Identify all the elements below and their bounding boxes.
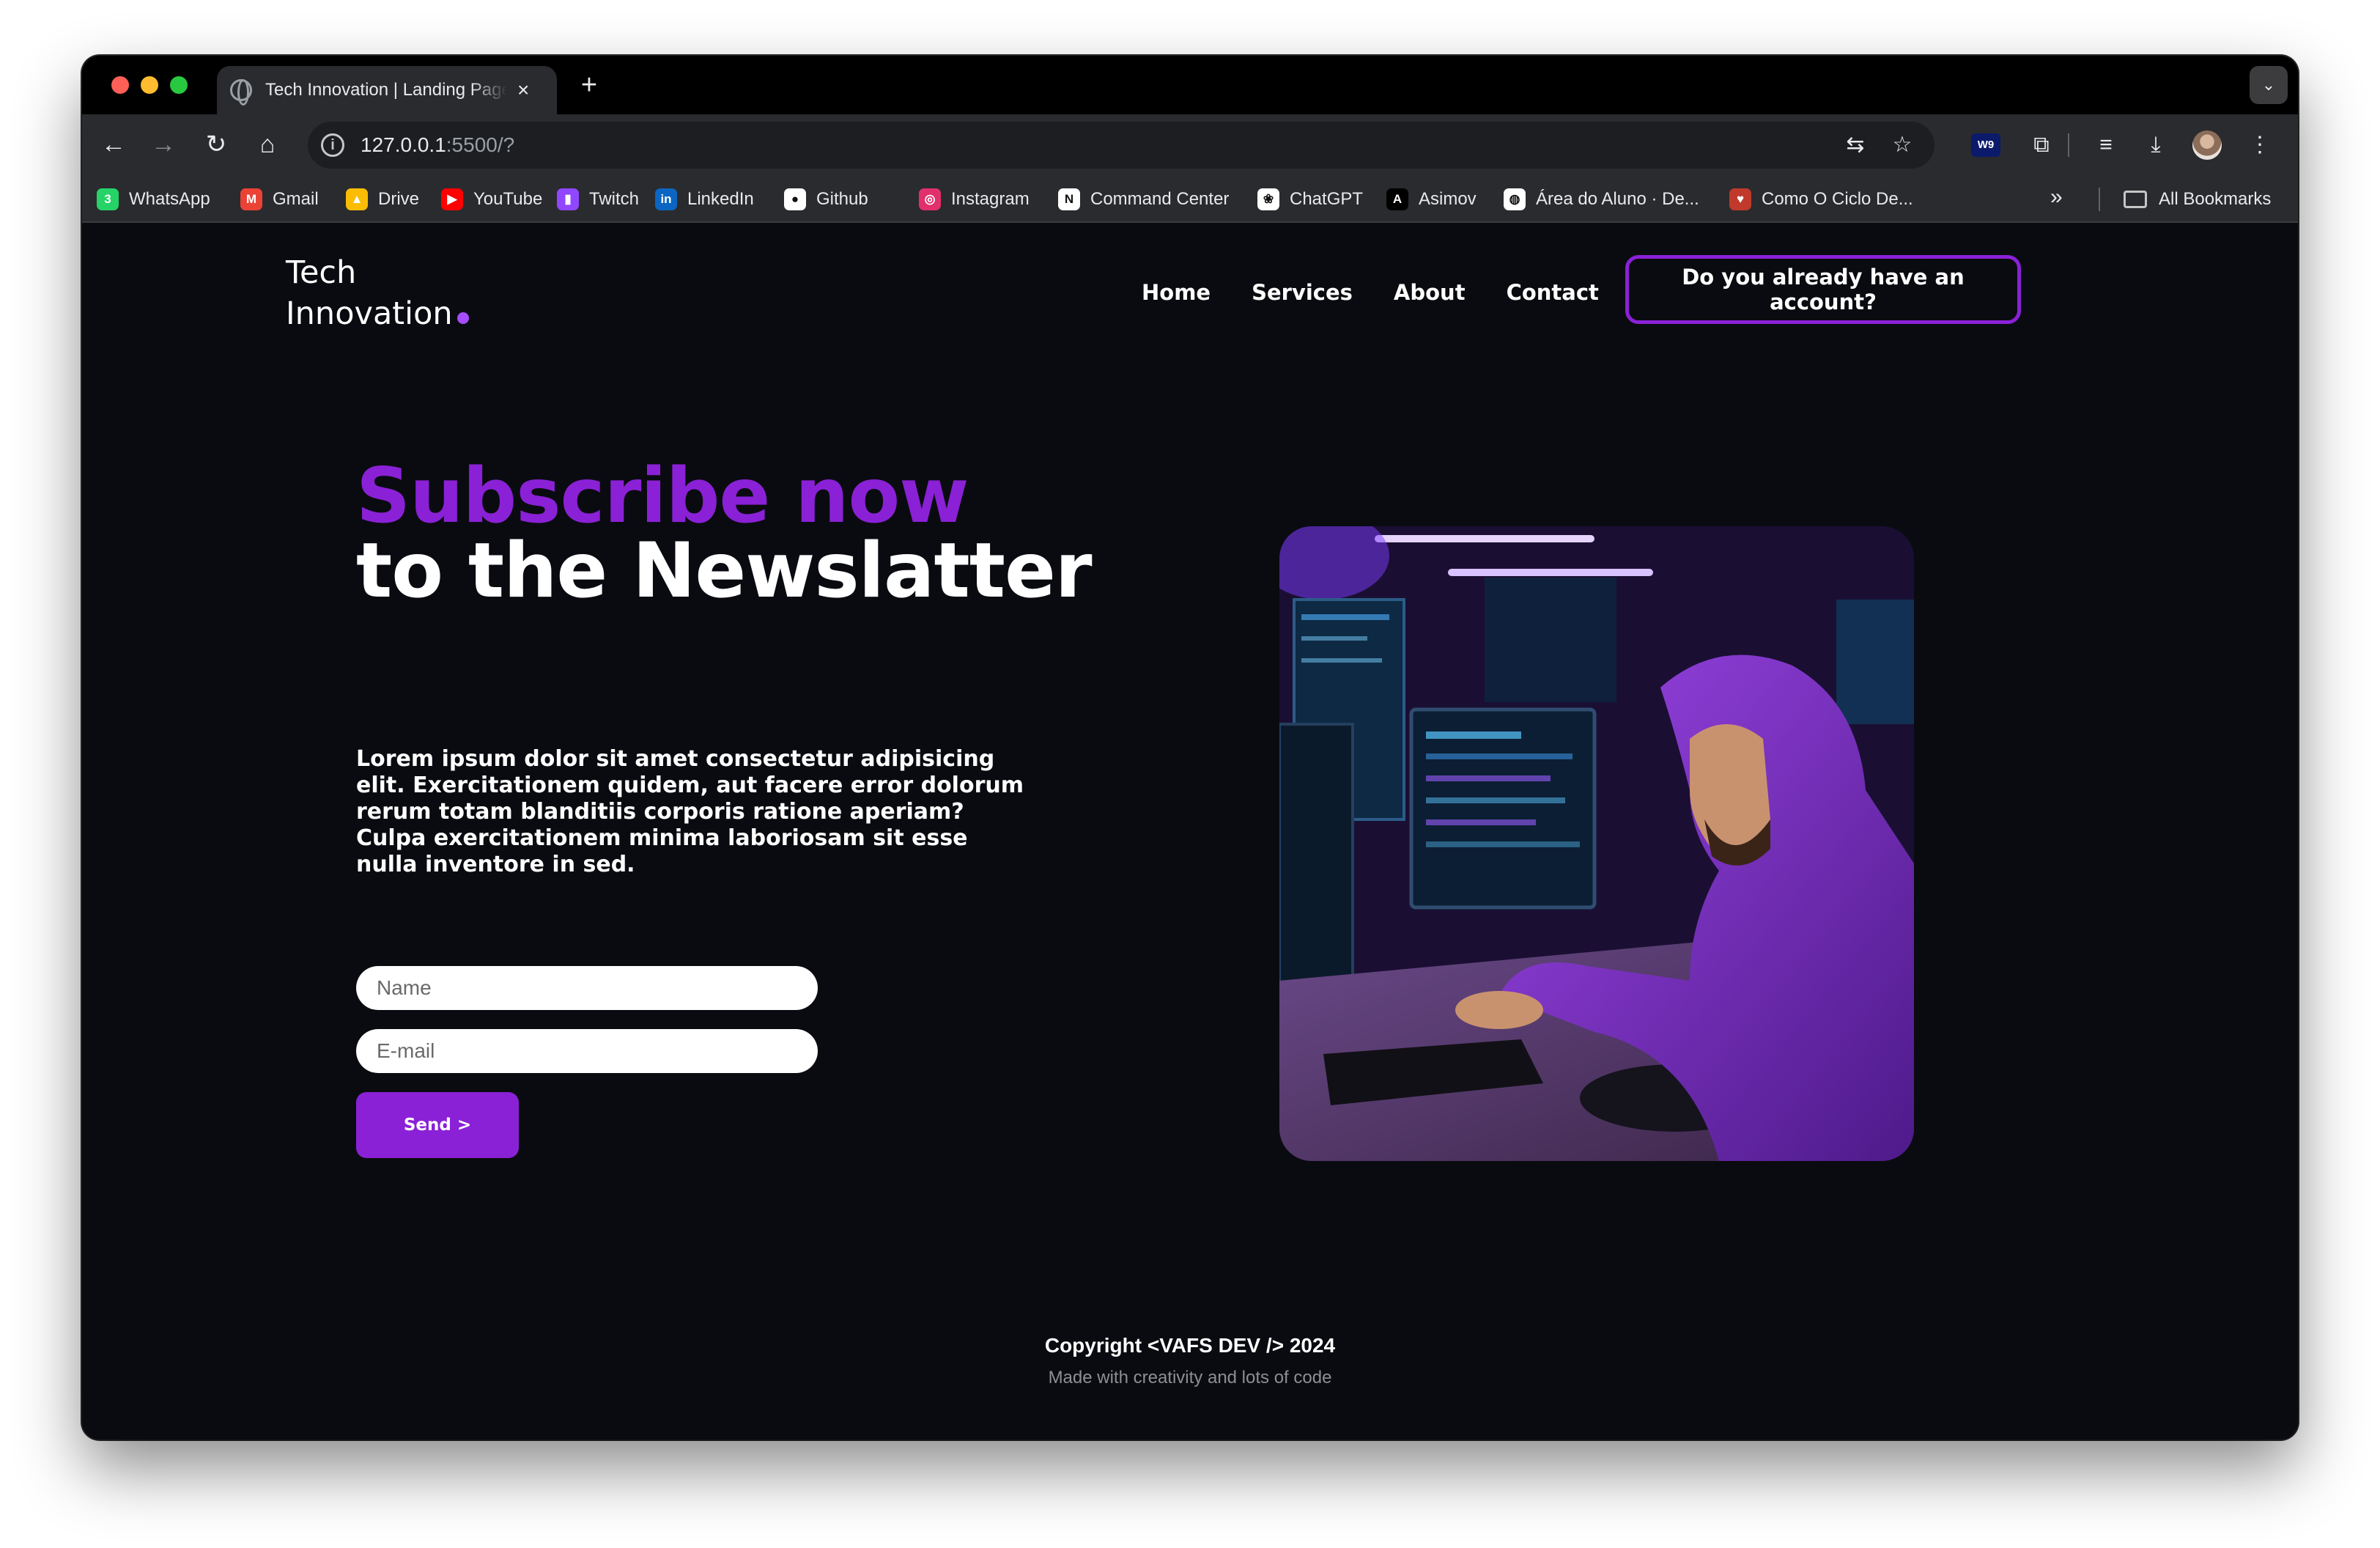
footer-copyright: Copyright <VAFS DEV /> 2024 (1044, 1334, 1336, 1357)
site-info-icon[interactable]: i (321, 133, 344, 157)
bookmark-globe[interactable]: ◍ Área do Aluno · De... (1504, 188, 1699, 211)
bookmark-youtube[interactable]: ▶ YouTube (441, 188, 542, 211)
more-menu-icon[interactable]: ⋮ (2245, 129, 2274, 161)
nav-home[interactable]: Home (1142, 280, 1211, 305)
tab-strip: Tech Innovation | Landing Page × + ⌄ (82, 56, 2298, 114)
profile-avatar[interactable] (2192, 130, 2222, 160)
nav-contact[interactable]: Contact (1507, 280, 1599, 305)
reload-icon[interactable]: ↻ (198, 126, 234, 163)
address-bar[interactable]: i 127.0.0.1:5500/? ⇆ ☆ (308, 122, 1934, 169)
maximize-window-button[interactable] (170, 76, 188, 94)
globe-icon: ◍ (1504, 188, 1526, 210)
browser-window: Tech Innovation | Landing Page × + ⌄ ← →… (82, 56, 2298, 1440)
all-bookmarks-label: All Bookmarks (2159, 189, 2272, 209)
bookmark-linkedin[interactable]: in LinkedIn (655, 188, 754, 211)
linkedin-icon: in (655, 188, 677, 210)
bookmark-instagram[interactable]: ◎ Instagram (919, 188, 1030, 211)
browser-toolbar: ← → ↻ ⌂ i 127.0.0.1:5500/? ⇆ ☆ W9 ⧉ ≡ ⤓ … (82, 114, 2298, 174)
bookmark-label: Como O Ciclo De... (1762, 189, 1913, 209)
bookmark-asimov[interactable]: A Asimov (1386, 188, 1477, 211)
footer-tagline: Made with creativity and lots of code (1048, 1368, 1332, 1387)
bookmark-twitch[interactable]: ▮ Twitch (557, 188, 639, 211)
email-input[interactable] (356, 1029, 818, 1073)
drive-icon: ▲ (346, 188, 368, 210)
bookmark-label: Área do Aluno · De... (1536, 189, 1699, 209)
logo-dot (457, 312, 469, 324)
close-window-button[interactable] (111, 76, 129, 94)
heading-accent: Subscribe now (356, 452, 969, 540)
send-button[interactable]: Send > (356, 1092, 519, 1158)
newsletter-description: Lorem ipsum dolor sit amet consectetur a… (356, 746, 1024, 877)
translate-icon[interactable]: ⇆ (1839, 129, 1871, 161)
tab-search-button[interactable]: ⌄ (2250, 66, 2288, 104)
nav-services[interactable]: Services (1252, 280, 1353, 305)
globe-icon (230, 79, 252, 106)
bookmark-whatsapp[interactable]: 3 WhatsApp (97, 188, 210, 211)
chatgpt-icon: ❀ (1257, 188, 1279, 210)
more-bookmarks-icon[interactable]: » (2050, 185, 2063, 210)
bookmark-label: WhatsApp (129, 189, 210, 209)
github-icon: ● (784, 188, 806, 210)
minimize-window-button[interactable] (141, 76, 158, 94)
media-queue-icon[interactable]: ≡ (2090, 129, 2122, 161)
asimov-icon: A (1386, 188, 1408, 210)
site-icon: ♥ (1729, 188, 1751, 210)
bookmark-label: YouTube (473, 189, 543, 209)
whatsapp-icon: 3 (97, 188, 119, 210)
hacker-illustration (1279, 526, 1914, 1161)
nav-about[interactable]: About (1394, 280, 1466, 305)
bookmark-label: ChatGPT (1290, 189, 1364, 209)
bookmark-label: Github (816, 189, 868, 209)
active-tab[interactable]: Tech Innovation | Landing Page × (217, 66, 557, 114)
folder-icon (2124, 191, 2147, 208)
heading-main: to the Newslatter (356, 527, 1093, 615)
bookmark-star-icon[interactable]: ☆ (1886, 129, 1918, 161)
logo-line-2: Innovation (286, 295, 453, 332)
bookmark-label: LinkedIn (687, 189, 754, 209)
w9-extension-icon[interactable]: W9 (1971, 133, 2000, 157)
bookmark-label: Gmail (273, 189, 319, 209)
new-tab-button[interactable]: + (573, 69, 605, 101)
close-tab-icon[interactable]: × (517, 80, 529, 100)
back-icon[interactable]: ← (95, 126, 132, 163)
logo-line-1: Tech (286, 254, 357, 291)
tab-title: Tech Innovation | Landing Page (265, 80, 507, 100)
bookmark-label: Twitch (589, 189, 640, 209)
toolbar-divider (2068, 133, 2069, 157)
bookmark-github[interactable]: ● Github (784, 188, 868, 211)
newsletter-heading: Subscribe now to the Newslatter (356, 452, 1093, 615)
bookmarks-divider (2099, 188, 2100, 211)
instagram-icon: ◎ (919, 188, 941, 210)
twitch-icon: ▮ (557, 188, 579, 210)
extensions-puzzle-icon[interactable]: ⧉ (2025, 129, 2058, 161)
account-button[interactable]: Do you already have an account? (1625, 255, 2021, 324)
site-logo[interactable]: Tech Innovation (286, 252, 469, 334)
all-bookmarks-button[interactable]: All Bookmarks (2124, 188, 2271, 211)
bookmark-notion[interactable]: N Command Center (1058, 188, 1229, 211)
bookmark-gmail[interactable]: M Gmail (240, 188, 319, 211)
name-input[interactable] (356, 966, 818, 1010)
gmail-icon: M (240, 188, 262, 210)
url-text[interactable]: 127.0.0.1:5500/? (361, 133, 514, 157)
bookmark-label: Command Center (1090, 189, 1230, 209)
main-nav: Home Services About Contact (1142, 280, 1599, 305)
landing-page: Tech Innovation Home Services About Cont… (82, 223, 2298, 1440)
bookmark-chatgpt[interactable]: ❀ ChatGPT (1257, 188, 1363, 211)
bookmark-label: Asimov (1419, 189, 1477, 209)
home-icon[interactable]: ⌂ (249, 126, 286, 163)
bookmark-label: Drive (378, 189, 420, 209)
bookmarks-bar: » All Bookmarks 3 WhatsApp M Gmail ▲ Drive ▶ Yo… (82, 174, 2298, 223)
youtube-icon: ▶ (441, 188, 463, 210)
hero-image (1279, 526, 1914, 1161)
notion-icon: N (1058, 188, 1080, 210)
download-icon[interactable]: ⤓ (2140, 129, 2172, 161)
bookmark-site[interactable]: ♥ Como O Ciclo De... (1729, 188, 1913, 211)
forward-icon[interactable]: → (145, 126, 182, 163)
bookmark-drive[interactable]: ▲ Drive (346, 188, 419, 211)
bookmark-label: Instagram (951, 189, 1030, 209)
